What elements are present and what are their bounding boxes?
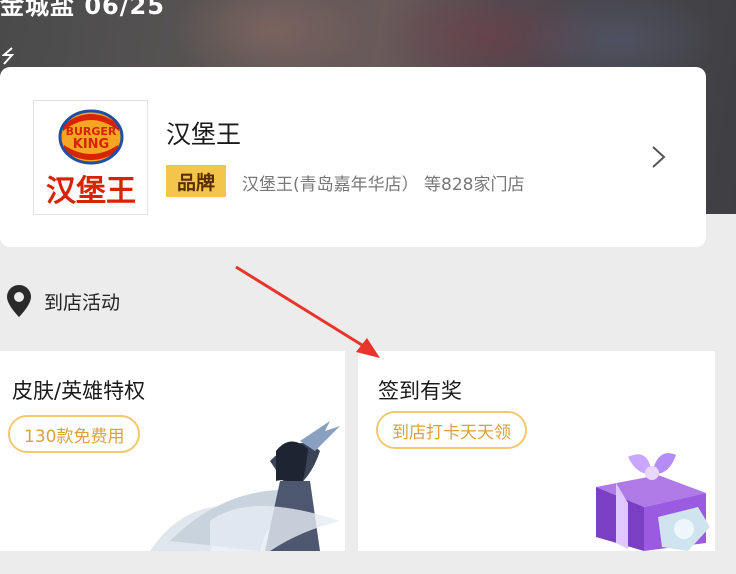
- back-icon[interactable]: [2, 46, 14, 66]
- header-top-text: 金城盐 06/25: [0, 0, 165, 20]
- location-pin-icon: [7, 285, 31, 317]
- activity-card-checkin[interactable]: 签到有奖 到店打卡天天领: [358, 351, 715, 551]
- logo-cn-text: 汉堡王: [46, 174, 136, 209]
- logo-text-bottom: KING: [73, 137, 109, 152]
- gift-box-image: [596, 453, 710, 551]
- brand-logo: BURGER KING 汉堡王: [33, 100, 148, 215]
- brand-card[interactable]: BURGER KING 汉堡王 汉堡王 品牌 汉堡王(青岛嘉年华店） 等828家…: [0, 67, 706, 247]
- section-title: 到店活动: [44, 292, 121, 314]
- burger-king-logo: BURGER KING 汉堡王: [46, 109, 136, 209]
- activity-tag: 到店打卡天天领: [376, 411, 527, 449]
- brand-store-count: 汉堡王(青岛嘉年华店） 等828家门店: [242, 175, 525, 195]
- chevron-right-icon[interactable]: [650, 144, 668, 170]
- activity-card-skins[interactable]: 皮肤/英雄特权 130款免费用: [0, 351, 345, 551]
- activity-title: 皮肤/英雄特权: [12, 379, 146, 403]
- activity-title: 签到有奖: [378, 379, 462, 403]
- brand-name: 汉堡王: [166, 120, 242, 149]
- hero-character-image: [150, 421, 340, 551]
- activity-tag: 130款免费用: [8, 415, 141, 453]
- brand-badge: 品牌: [166, 165, 226, 197]
